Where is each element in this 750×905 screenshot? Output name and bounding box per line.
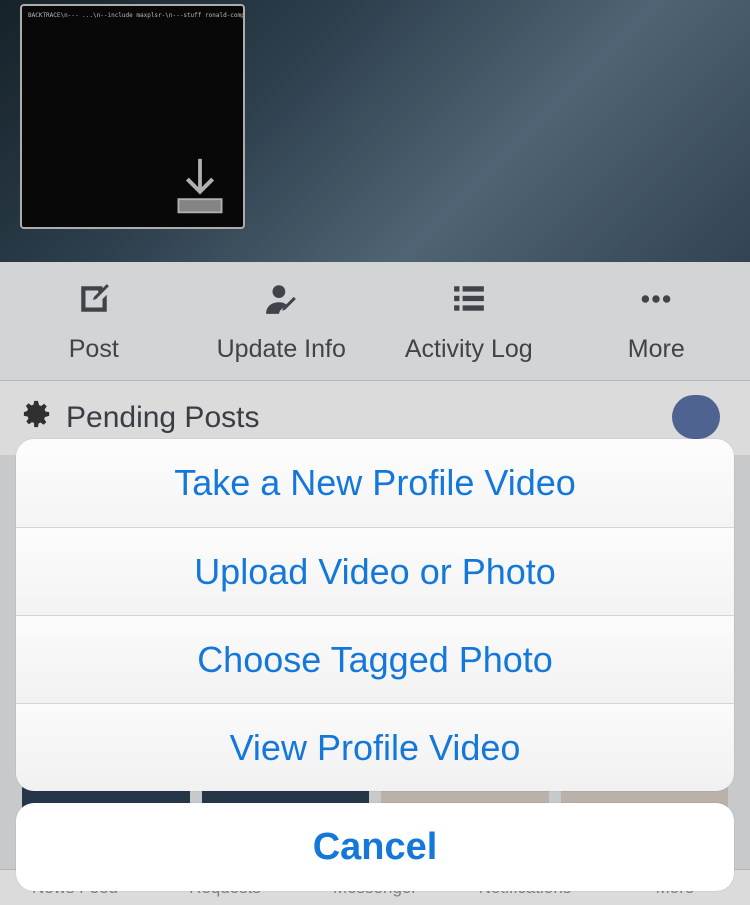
action-sheet-options: Take a New Profile Video Upload Video or…	[16, 439, 734, 791]
action-sheet: Take a New Profile Video Upload Video or…	[16, 439, 734, 891]
option-choose-tagged-photo[interactable]: Choose Tagged Photo	[16, 615, 734, 703]
option-upload-video-or-photo[interactable]: Upload Video or Photo	[16, 527, 734, 615]
option-view-profile-video[interactable]: View Profile Video	[16, 703, 734, 791]
cancel-button[interactable]: Cancel	[16, 803, 734, 891]
option-take-new-profile-video[interactable]: Take a New Profile Video	[16, 439, 734, 527]
